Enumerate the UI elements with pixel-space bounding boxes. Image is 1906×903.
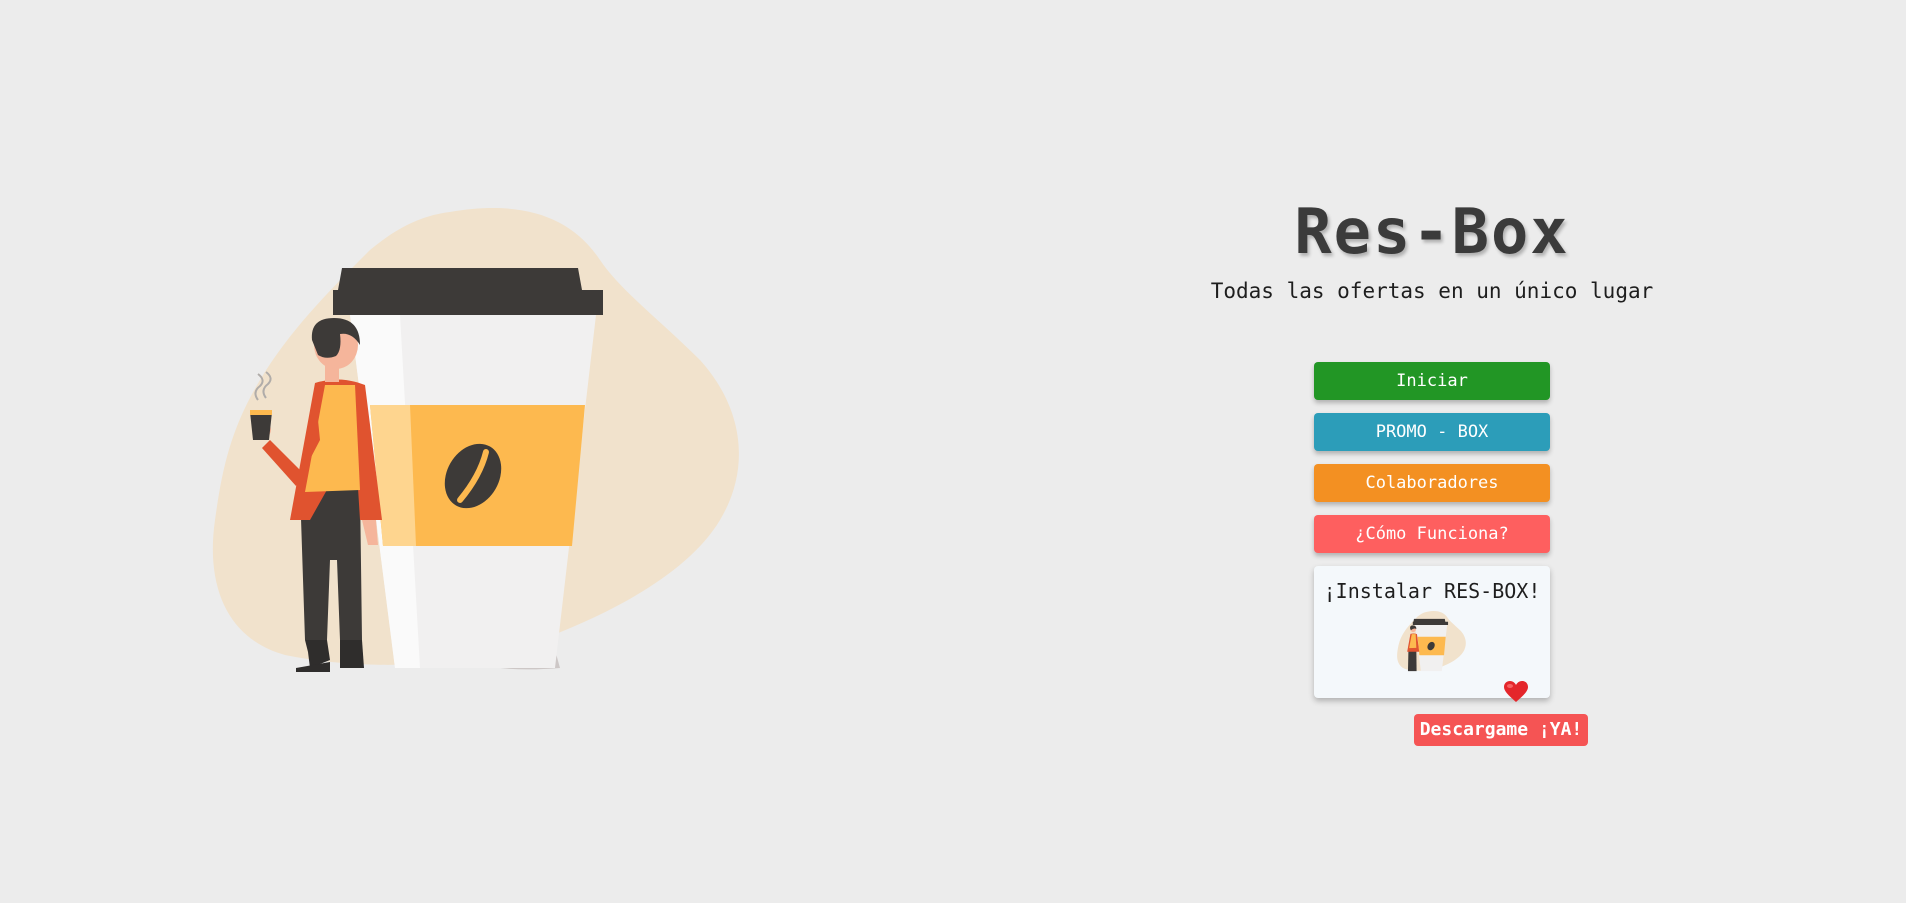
- install-app-card[interactable]: ¡Instalar RES-BOX!: [1314, 566, 1550, 698]
- brand-header: Res-Box Todas las ofertas en un único lu…: [1140, 195, 1724, 305]
- hero-illustration: [212, 208, 739, 672]
- tagline: Todas las ofertas en un único lugar: [1210, 279, 1654, 303]
- collaborators-button[interactable]: Colaboradores: [1314, 464, 1550, 502]
- main-menu: Iniciar PROMO - BOX Colaboradores ¿Cómo …: [1314, 362, 1550, 698]
- landing-page: Res-Box Todas las ofertas en un único lu…: [0, 0, 1906, 903]
- app-title: Res-Box: [1294, 195, 1570, 268]
- cup-lid: [333, 268, 603, 315]
- app-thumbnail-image: [1397, 611, 1466, 672]
- install-app-label: ¡Instalar RES-BOX!: [1323, 579, 1541, 603]
- promo-box-button[interactable]: PROMO - BOX: [1314, 413, 1550, 451]
- download-button[interactable]: Descargame ¡YA!: [1414, 714, 1588, 746]
- start-button[interactable]: Iniciar: [1314, 362, 1550, 400]
- heart-icon: [1504, 681, 1528, 702]
- how-it-works-button[interactable]: ¿Cómo Funciona?: [1314, 515, 1550, 553]
